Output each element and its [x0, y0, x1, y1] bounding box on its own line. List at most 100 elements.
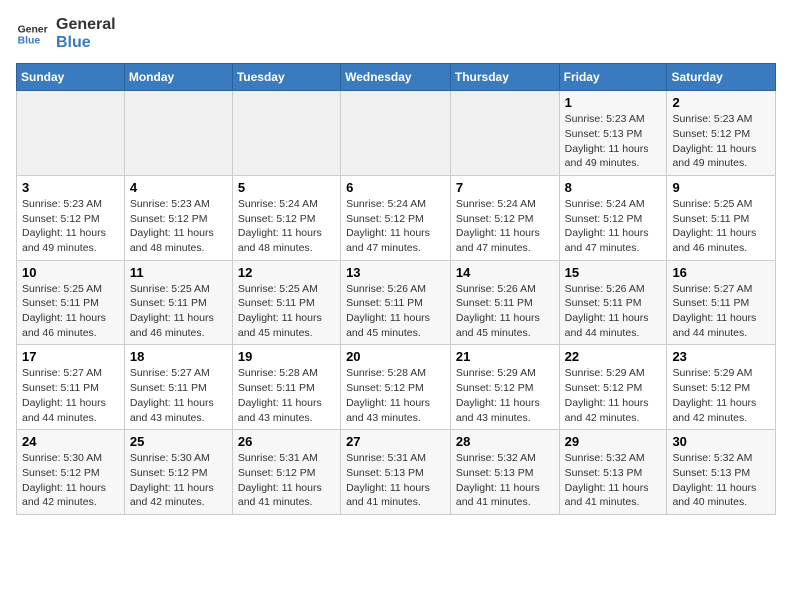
day-info: Sunrise: 5:30 AMSunset: 5:12 PMDaylight:… [22, 452, 106, 508]
day-number: 24 [22, 434, 119, 449]
weekday-header: Saturday [667, 64, 776, 91]
day-info: Sunrise: 5:29 AMSunset: 5:12 PMDaylight:… [456, 367, 540, 423]
day-number: 7 [456, 180, 554, 195]
weekday-header: Thursday [450, 64, 559, 91]
calendar-cell: 10 Sunrise: 5:25 AMSunset: 5:11 PMDaylig… [17, 260, 125, 345]
calendar-cell: 13 Sunrise: 5:26 AMSunset: 5:11 PMDaylig… [341, 260, 451, 345]
calendar-cell: 27 Sunrise: 5:31 AMSunset: 5:13 PMDaylig… [341, 430, 451, 515]
calendar-week-row: 1 Sunrise: 5:23 AMSunset: 5:13 PMDayligh… [17, 91, 776, 176]
calendar-cell: 7 Sunrise: 5:24 AMSunset: 5:12 PMDayligh… [450, 175, 559, 260]
day-number: 9 [672, 180, 770, 195]
day-info: Sunrise: 5:32 AMSunset: 5:13 PMDaylight:… [672, 452, 756, 508]
calendar-cell: 2 Sunrise: 5:23 AMSunset: 5:12 PMDayligh… [667, 91, 776, 176]
day-number: 8 [565, 180, 662, 195]
day-number: 12 [238, 265, 335, 280]
day-number: 16 [672, 265, 770, 280]
calendar-cell: 3 Sunrise: 5:23 AMSunset: 5:12 PMDayligh… [17, 175, 125, 260]
day-number: 25 [130, 434, 227, 449]
weekday-header: Sunday [17, 64, 125, 91]
calendar-cell: 23 Sunrise: 5:29 AMSunset: 5:12 PMDaylig… [667, 345, 776, 430]
day-info: Sunrise: 5:25 AMSunset: 5:11 PMDaylight:… [130, 283, 214, 339]
weekday-header: Tuesday [232, 64, 340, 91]
calendar-cell [124, 91, 232, 176]
calendar-cell: 9 Sunrise: 5:25 AMSunset: 5:11 PMDayligh… [667, 175, 776, 260]
day-info: Sunrise: 5:31 AMSunset: 5:12 PMDaylight:… [238, 452, 322, 508]
day-info: Sunrise: 5:32 AMSunset: 5:13 PMDaylight:… [456, 452, 540, 508]
calendar-cell: 19 Sunrise: 5:28 AMSunset: 5:11 PMDaylig… [232, 345, 340, 430]
calendar-cell [450, 91, 559, 176]
day-number: 22 [565, 349, 662, 364]
day-info: Sunrise: 5:26 AMSunset: 5:11 PMDaylight:… [565, 283, 649, 339]
day-info: Sunrise: 5:23 AMSunset: 5:12 PMDaylight:… [672, 113, 756, 169]
calendar-cell: 21 Sunrise: 5:29 AMSunset: 5:12 PMDaylig… [450, 345, 559, 430]
day-info: Sunrise: 5:31 AMSunset: 5:13 PMDaylight:… [346, 452, 430, 508]
weekday-header: Monday [124, 64, 232, 91]
day-info: Sunrise: 5:24 AMSunset: 5:12 PMDaylight:… [346, 198, 430, 254]
day-number: 14 [456, 265, 554, 280]
day-number: 19 [238, 349, 335, 364]
day-info: Sunrise: 5:27 AMSunset: 5:11 PMDaylight:… [130, 367, 214, 423]
day-info: Sunrise: 5:26 AMSunset: 5:11 PMDaylight:… [456, 283, 540, 339]
day-number: 5 [238, 180, 335, 195]
day-info: Sunrise: 5:29 AMSunset: 5:12 PMDaylight:… [565, 367, 649, 423]
calendar-header: SundayMondayTuesdayWednesdayThursdayFrid… [17, 64, 776, 91]
calendar-body: 1 Sunrise: 5:23 AMSunset: 5:13 PMDayligh… [17, 91, 776, 515]
logo-general: General [56, 16, 116, 34]
weekday-header: Wednesday [341, 64, 451, 91]
day-info: Sunrise: 5:30 AMSunset: 5:12 PMDaylight:… [130, 452, 214, 508]
calendar-cell: 29 Sunrise: 5:32 AMSunset: 5:13 PMDaylig… [559, 430, 667, 515]
calendar-cell: 18 Sunrise: 5:27 AMSunset: 5:11 PMDaylig… [124, 345, 232, 430]
day-number: 3 [22, 180, 119, 195]
day-number: 6 [346, 180, 445, 195]
day-info: Sunrise: 5:24 AMSunset: 5:12 PMDaylight:… [456, 198, 540, 254]
calendar-table: SundayMondayTuesdayWednesdayThursdayFrid… [16, 63, 776, 515]
day-info: Sunrise: 5:25 AMSunset: 5:11 PMDaylight:… [672, 198, 756, 254]
day-number: 29 [565, 434, 662, 449]
page-header: General Blue General Blue [16, 16, 776, 51]
day-number: 23 [672, 349, 770, 364]
day-info: Sunrise: 5:26 AMSunset: 5:11 PMDaylight:… [346, 283, 430, 339]
day-number: 18 [130, 349, 227, 364]
calendar-cell: 26 Sunrise: 5:31 AMSunset: 5:12 PMDaylig… [232, 430, 340, 515]
calendar-cell: 11 Sunrise: 5:25 AMSunset: 5:11 PMDaylig… [124, 260, 232, 345]
weekday-header: Friday [559, 64, 667, 91]
day-number: 27 [346, 434, 445, 449]
day-number: 11 [130, 265, 227, 280]
calendar-cell: 30 Sunrise: 5:32 AMSunset: 5:13 PMDaylig… [667, 430, 776, 515]
calendar-cell: 22 Sunrise: 5:29 AMSunset: 5:12 PMDaylig… [559, 345, 667, 430]
calendar-cell [341, 91, 451, 176]
day-number: 20 [346, 349, 445, 364]
weekday-header-row: SundayMondayTuesdayWednesdayThursdayFrid… [17, 64, 776, 91]
calendar-cell: 12 Sunrise: 5:25 AMSunset: 5:11 PMDaylig… [232, 260, 340, 345]
calendar-cell: 15 Sunrise: 5:26 AMSunset: 5:11 PMDaylig… [559, 260, 667, 345]
calendar-cell: 6 Sunrise: 5:24 AMSunset: 5:12 PMDayligh… [341, 175, 451, 260]
day-info: Sunrise: 5:32 AMSunset: 5:13 PMDaylight:… [565, 452, 649, 508]
day-number: 30 [672, 434, 770, 449]
day-number: 4 [130, 180, 227, 195]
calendar-cell [17, 91, 125, 176]
day-number: 17 [22, 349, 119, 364]
day-info: Sunrise: 5:25 AMSunset: 5:11 PMDaylight:… [238, 283, 322, 339]
day-number: 1 [565, 95, 662, 110]
calendar-cell: 16 Sunrise: 5:27 AMSunset: 5:11 PMDaylig… [667, 260, 776, 345]
calendar-cell: 24 Sunrise: 5:30 AMSunset: 5:12 PMDaylig… [17, 430, 125, 515]
day-info: Sunrise: 5:27 AMSunset: 5:11 PMDaylight:… [672, 283, 756, 339]
day-number: 13 [346, 265, 445, 280]
logo-icon: General Blue [16, 18, 48, 50]
calendar-cell: 8 Sunrise: 5:24 AMSunset: 5:12 PMDayligh… [559, 175, 667, 260]
svg-text:Blue: Blue [18, 35, 41, 46]
calendar-week-row: 3 Sunrise: 5:23 AMSunset: 5:12 PMDayligh… [17, 175, 776, 260]
day-info: Sunrise: 5:27 AMSunset: 5:11 PMDaylight:… [22, 367, 106, 423]
calendar-cell: 25 Sunrise: 5:30 AMSunset: 5:12 PMDaylig… [124, 430, 232, 515]
day-number: 2 [672, 95, 770, 110]
calendar-cell: 28 Sunrise: 5:32 AMSunset: 5:13 PMDaylig… [450, 430, 559, 515]
day-info: Sunrise: 5:28 AMSunset: 5:12 PMDaylight:… [346, 367, 430, 423]
calendar-cell: 17 Sunrise: 5:27 AMSunset: 5:11 PMDaylig… [17, 345, 125, 430]
calendar-cell: 1 Sunrise: 5:23 AMSunset: 5:13 PMDayligh… [559, 91, 667, 176]
day-info: Sunrise: 5:28 AMSunset: 5:11 PMDaylight:… [238, 367, 322, 423]
calendar-week-row: 24 Sunrise: 5:30 AMSunset: 5:12 PMDaylig… [17, 430, 776, 515]
calendar-cell: 20 Sunrise: 5:28 AMSunset: 5:12 PMDaylig… [341, 345, 451, 430]
calendar-cell: 14 Sunrise: 5:26 AMSunset: 5:11 PMDaylig… [450, 260, 559, 345]
day-number: 10 [22, 265, 119, 280]
day-info: Sunrise: 5:29 AMSunset: 5:12 PMDaylight:… [672, 367, 756, 423]
